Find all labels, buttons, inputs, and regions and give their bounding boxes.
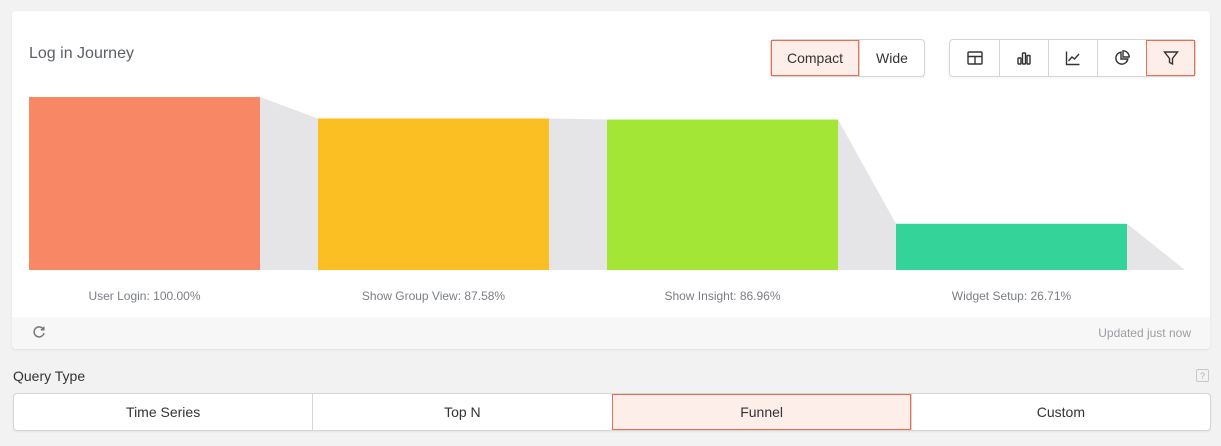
query-type-selector: Time Series Top N Funnel Custom <box>13 393 1211 431</box>
query-type-funnel[interactable]: Funnel <box>611 394 911 430</box>
funnel-step-label: Show Insight: 86.96% <box>664 289 780 303</box>
funnel-card: Log in Journey Compact Wide User Login: … <box>12 11 1210 349</box>
card-footer: Updated just now <box>12 317 1210 349</box>
funnel-connector <box>549 118 607 270</box>
funnel-step-label: Show Group View: 87.58% <box>362 289 506 303</box>
funnel-step-label: Widget Setup: 26.71% <box>952 289 1072 303</box>
query-type-custom[interactable]: Custom <box>910 394 1210 430</box>
funnel-bar-widget-setup[interactable] <box>896 223 1127 270</box>
funnel-chart: User Login: 100.00% Show Group View: 87.5… <box>29 97 1185 303</box>
updated-timestamp: Updated just now <box>1098 326 1191 340</box>
query-type-time-series[interactable]: Time Series <box>14 394 312 430</box>
funnel-connector <box>260 97 318 270</box>
funnel-bar-show-insight[interactable] <box>607 119 838 270</box>
funnel-connector <box>838 119 896 270</box>
funnel-step-label: User Login: 100.00% <box>88 289 200 303</box>
query-type-label: Query Type <box>13 368 86 384</box>
query-type-top-n[interactable]: Top N <box>312 394 611 430</box>
funnel-bar-show-group-view[interactable] <box>318 118 549 270</box>
refresh-button[interactable] <box>32 325 46 339</box>
funnel-bar-user-login[interactable] <box>29 97 260 270</box>
funnel-connector <box>1127 223 1185 270</box>
refresh-icon <box>33 326 45 338</box>
help-icon[interactable]: ? <box>1196 369 1209 382</box>
